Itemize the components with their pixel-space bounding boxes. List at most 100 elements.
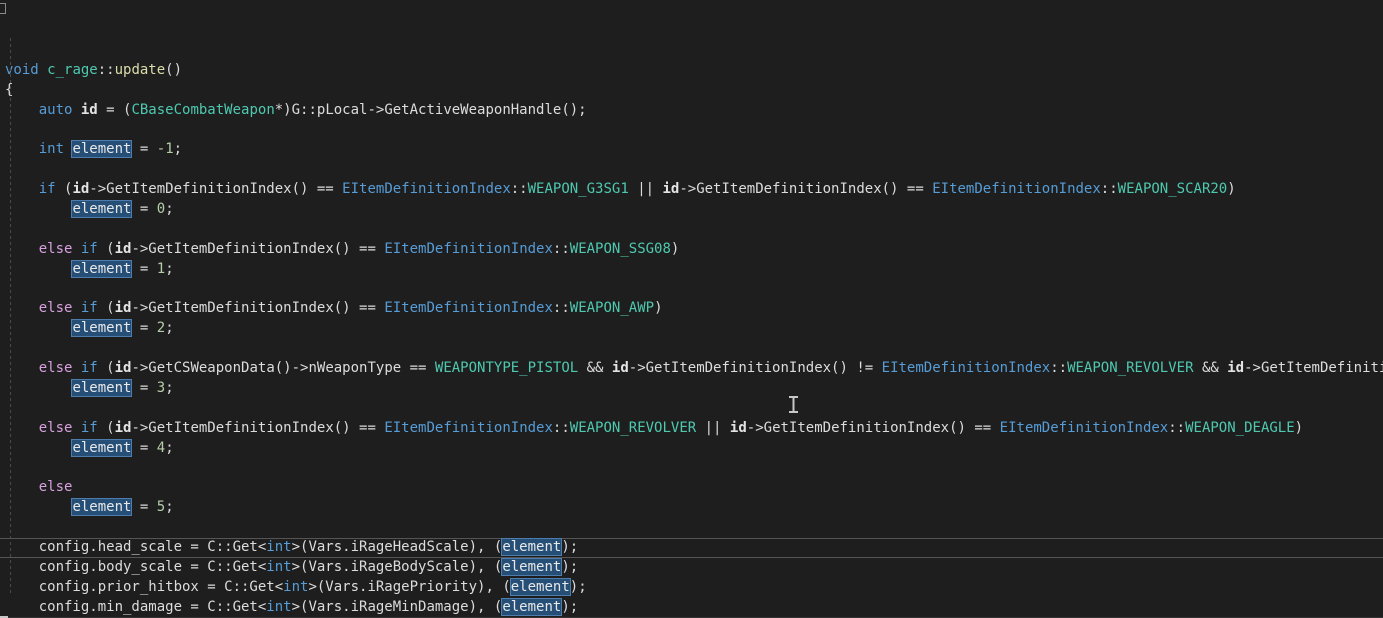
token: EItemDefinitionIndex — [384, 300, 553, 317]
code-area[interactable]: void c_rage::update(){ auto id = (CBaseC… — [0, 61, 1383, 618]
highlighted-symbol: element — [71, 498, 133, 517]
token: id — [114, 419, 132, 436]
code-line[interactable]: else if (id->GetItemDefinitionIndex() ==… — [0, 240, 1383, 260]
token: if — [80, 300, 98, 317]
token: >(Vars.iRageBodyScale), ( — [291, 558, 503, 575]
highlighted-symbol: element — [71, 140, 133, 159]
code-editor[interactable]: void c_rage::update(){ auto id = (CBaseC… — [0, 0, 1383, 618]
token: ->GetItemDefinitionIndex() == — [89, 181, 343, 198]
token: ) — [670, 240, 680, 257]
code-line[interactable] — [0, 120, 1383, 140]
code-line[interactable]: auto id = (CBaseCombatWeapon*)G::pLocal-… — [0, 101, 1383, 121]
token: = — [131, 260, 157, 277]
token: EItemDefinitionIndex — [881, 360, 1051, 377]
highlighted-symbol: element — [71, 319, 133, 338]
code-line[interactable]: else if (id->GetItemDefinitionIndex() ==… — [0, 419, 1383, 439]
token: WEAPON_SCAR20 — [1117, 181, 1228, 198]
code-line[interactable]: element = 0; — [0, 199, 1383, 220]
token: = — [131, 320, 157, 337]
code-line[interactable] — [0, 459, 1383, 479]
token: WEAPON_REVOLVER — [1067, 360, 1194, 377]
code-line[interactable]: else if (id->GetCSWeaponData()->nWeaponT… — [0, 359, 1383, 379]
code-line[interactable]: config.min_damage = C::Get<int>(Vars.iRa… — [0, 597, 1383, 618]
code-line[interactable] — [0, 339, 1383, 359]
fold-collapse-icon[interactable] — [0, 3, 6, 14]
token: auto — [38, 101, 73, 118]
token: void — [5, 61, 39, 78]
highlighted-symbol: element — [71, 438, 133, 457]
code-line[interactable]: element = 4; — [0, 438, 1383, 459]
token: WEAPON_DEAGLE — [1185, 419, 1295, 436]
code-line[interactable]: element = 5; — [0, 498, 1383, 518]
code-line[interactable]: { — [0, 81, 1383, 101]
token: || — [696, 419, 730, 436]
token: { — [5, 81, 14, 98]
code-line[interactable]: else if (id->GetItemDefinitionIndex() ==… — [0, 299, 1383, 319]
token: ->GetItemDefinitionIndex() == — [679, 181, 933, 198]
token: ->GetItemDefinitionIndex() == — [131, 419, 385, 436]
token: config.prior_hitbox = C::Get< — [5, 578, 284, 595]
token: config.body_scale = C::Get< — [5, 558, 267, 575]
code-line[interactable]: void c_rage::update() — [0, 61, 1383, 81]
token: id — [114, 300, 132, 317]
token: else — [38, 240, 73, 257]
token: id — [80, 101, 98, 118]
code-line[interactable]: element = 2; — [0, 319, 1383, 339]
highlighted-symbol: element — [501, 538, 563, 557]
code-line[interactable]: config.prior_hitbox = C::Get<int>(Vars.i… — [0, 577, 1383, 598]
token: int — [266, 539, 292, 556]
token: EItemDefinitionIndex — [384, 240, 553, 257]
highlighted-symbol: element — [509, 577, 571, 596]
token: WEAPON_G3SG1 — [527, 181, 629, 198]
token: WEAPON_SSG08 — [569, 240, 671, 257]
token: c_rage — [47, 61, 98, 78]
token: && — [1193, 360, 1228, 377]
token: ; — [173, 141, 183, 158]
token: id — [114, 240, 132, 257]
token: ); — [561, 539, 579, 556]
token: 2 — [156, 320, 166, 337]
token: :: — [510, 181, 528, 198]
code-line[interactable]: element = 3; — [0, 378, 1383, 399]
token: ( — [97, 419, 115, 436]
token: () — [165, 61, 183, 78]
token: = — [131, 499, 157, 516]
code-line[interactable]: if (id->GetItemDefinitionIndex() == EIte… — [0, 180, 1383, 200]
token: ( — [97, 300, 115, 317]
token: EItemDefinitionIndex — [384, 419, 553, 436]
token: ) — [1294, 419, 1304, 436]
code-line[interactable]: config.head_scale = C::Get<int>(Vars.iRa… — [0, 538, 1383, 558]
code-line[interactable]: else — [0, 478, 1383, 498]
code-line[interactable] — [0, 220, 1383, 240]
token: if — [80, 419, 98, 436]
code-line[interactable] — [0, 399, 1383, 419]
token: WEAPON_AWP — [569, 300, 655, 317]
token: EItemDefinitionIndex — [342, 181, 511, 198]
token: 4 — [156, 439, 166, 456]
token: *)G::pLocal->GetActiveWeaponHandle(); — [274, 101, 587, 118]
code-line[interactable]: int element = -1; — [0, 140, 1383, 160]
token: :: — [1050, 360, 1068, 377]
token: int — [266, 598, 292, 615]
code-line[interactable]: config.body_scale = C::Get<int>(Vars.iRa… — [0, 557, 1383, 578]
token: ( — [55, 181, 73, 198]
code-line[interactable] — [0, 518, 1383, 538]
token: 3 — [156, 379, 166, 396]
token: ->GetItemDefinitio — [1244, 360, 1383, 377]
token: ); — [569, 578, 587, 595]
token: else — [38, 479, 73, 496]
code-line[interactable] — [0, 160, 1383, 180]
token: update — [114, 61, 166, 78]
code-line[interactable]: element = 1; — [0, 259, 1383, 280]
highlighted-symbol: element — [71, 259, 133, 278]
code-line[interactable] — [0, 280, 1383, 300]
token: -1 — [156, 141, 174, 158]
